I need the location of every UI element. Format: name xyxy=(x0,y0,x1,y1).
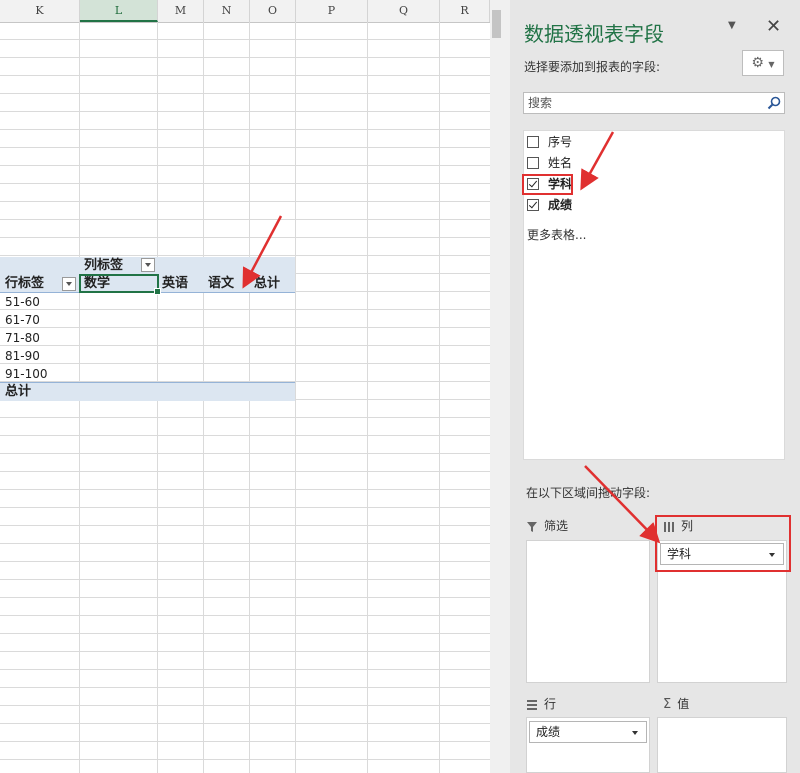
pivot-column-header[interactable]: 语文 xyxy=(208,275,234,293)
column-header-q[interactable]: Q xyxy=(368,0,440,22)
column-header-l[interactable]: L xyxy=(80,0,158,22)
field-search-box[interactable] xyxy=(523,92,785,114)
values-area-header: Σ值 xyxy=(663,692,689,716)
filter-icon xyxy=(527,521,537,532)
highlight-box xyxy=(522,174,573,195)
values-area-label: 值 xyxy=(677,697,690,711)
search-icon[interactable] xyxy=(767,96,781,110)
pane-divider[interactable] xyxy=(490,0,510,773)
pivot-row-labels-caption[interactable]: 行标签 xyxy=(5,275,44,293)
pivot-row-label[interactable]: 51-60 xyxy=(5,293,40,311)
checkbox-checked[interactable] xyxy=(527,199,539,211)
gear-icon[interactable]: ⚙ ▼ xyxy=(742,50,784,76)
vertical-scrollbar-thumb[interactable] xyxy=(492,10,501,38)
pivot-row-label[interactable]: 61-70 xyxy=(5,311,40,329)
filters-area-label: 筛选 xyxy=(544,519,569,533)
column-header-bar: K L M N O P Q R xyxy=(0,0,490,23)
pane-subtitle: 选择要添加到报表的字段: xyxy=(524,60,661,74)
column-header-k[interactable]: K xyxy=(0,0,80,22)
active-cell-selection xyxy=(79,274,161,295)
highlight-box xyxy=(655,515,791,572)
checkbox[interactable] xyxy=(527,157,539,169)
values-drop-zone[interactable] xyxy=(657,717,787,773)
filters-area-header: 筛选 xyxy=(526,514,568,538)
more-tables-link[interactable]: 更多表格... xyxy=(527,226,586,243)
filters-drop-zone[interactable] xyxy=(526,540,650,683)
pivot-row-label[interactable]: 71-80 xyxy=(5,329,40,347)
pane-title: 数据透视表字段 xyxy=(524,22,664,46)
row-labels-dropdown-icon[interactable] xyxy=(62,277,76,291)
close-icon[interactable]: ✕ xyxy=(766,16,781,37)
field-list: 序号 姓名 学科 成绩 更多表格... xyxy=(522,130,785,460)
column-header-o[interactable]: O xyxy=(250,0,296,22)
column-labels-dropdown-icon[interactable] xyxy=(141,258,155,272)
field-label: 序号 xyxy=(548,135,573,149)
chevron-down-icon[interactable] xyxy=(632,731,638,735)
dropdown-arrow-icon[interactable]: ▼ xyxy=(728,20,736,31)
spreadsheet: K L M N O P Q R 列标签 行标签 数学 英语 语文 总计 51-6… xyxy=(0,0,490,773)
column-header-m[interactable]: M xyxy=(158,0,204,22)
sigma-icon: Σ xyxy=(663,696,672,712)
pivot-column-labels-caption[interactable]: 列标签 xyxy=(84,257,123,275)
field-label: 姓名 xyxy=(548,156,573,170)
pivot-column-header[interactable]: 英语 xyxy=(162,275,188,293)
rows-icon xyxy=(527,699,537,710)
areas-label: 在以下区域间拖动字段: xyxy=(526,486,651,500)
pivot-field-list-pane: 数据透视表字段 ▼ ✕ 选择要添加到报表的字段: ⚙ ▼ 序号 姓名 学科 成绩… xyxy=(510,0,800,773)
pivot-total-band xyxy=(0,383,295,401)
pivot-row-label[interactable]: 91-100 xyxy=(5,365,48,383)
pivot-column-header[interactable]: 总计 xyxy=(254,275,280,293)
checkbox[interactable] xyxy=(527,136,539,148)
search-input[interactable] xyxy=(524,93,762,113)
field-label: 成绩 xyxy=(548,198,573,212)
pivot-row-label[interactable]: 81-90 xyxy=(5,347,40,365)
column-header-r[interactable]: R xyxy=(440,0,490,22)
rows-field-item[interactable]: 成绩 xyxy=(529,721,647,743)
rows-drop-zone[interactable]: 成绩 xyxy=(526,717,650,773)
column-header-p[interactable]: P xyxy=(296,0,368,22)
column-header-n[interactable]: N xyxy=(204,0,250,22)
rows-field-label: 成绩 xyxy=(536,725,561,739)
rows-area-header: 行 xyxy=(526,692,556,716)
pivot-grand-total-label[interactable]: 总计 xyxy=(5,383,31,401)
rows-area-label: 行 xyxy=(544,697,557,711)
